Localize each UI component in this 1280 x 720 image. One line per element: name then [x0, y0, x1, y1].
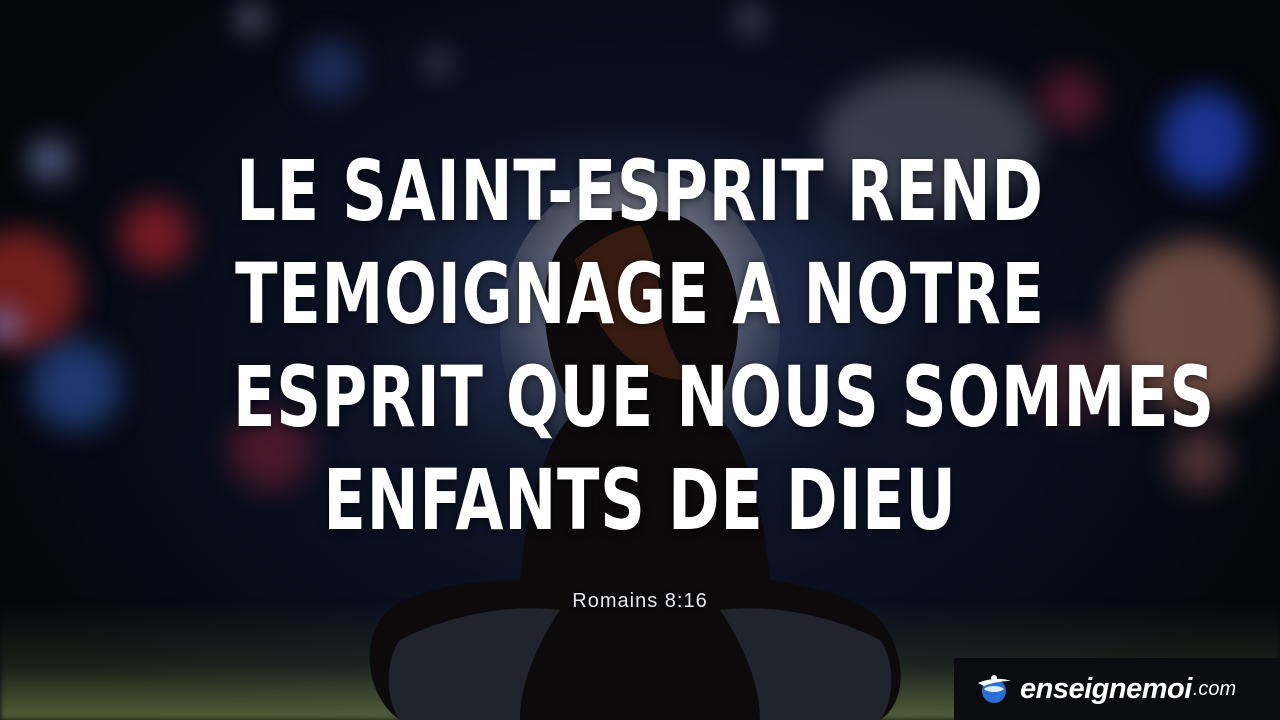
quote-line: ENFANTS DE DIEU [323, 451, 957, 549]
brand-name: enseignemoi [1020, 672, 1192, 705]
quote-line: ESPRIT QUE NOUS SOMMES [233, 348, 1215, 446]
verse-reference: Romains 8:16 [572, 590, 708, 612]
brand-badge[interactable]: enseignemoi .com [954, 658, 1280, 720]
quote-line: TEMOIGNAGE A NOTRE [235, 245, 1045, 343]
bible-verse-quote: LE SAINT-ESPRIT REND TEMOIGNAGE A NOTRE … [233, 140, 1215, 552]
background-photo: LE SAINT-ESPRIT REND TEMOIGNAGE A NOTRE … [0, 0, 1280, 720]
globe-swoosh-icon [978, 675, 1011, 703]
quote-line: LE SAINT-ESPRIT REND [236, 142, 1044, 240]
brand-domain-suffix: .com [1192, 677, 1237, 700]
